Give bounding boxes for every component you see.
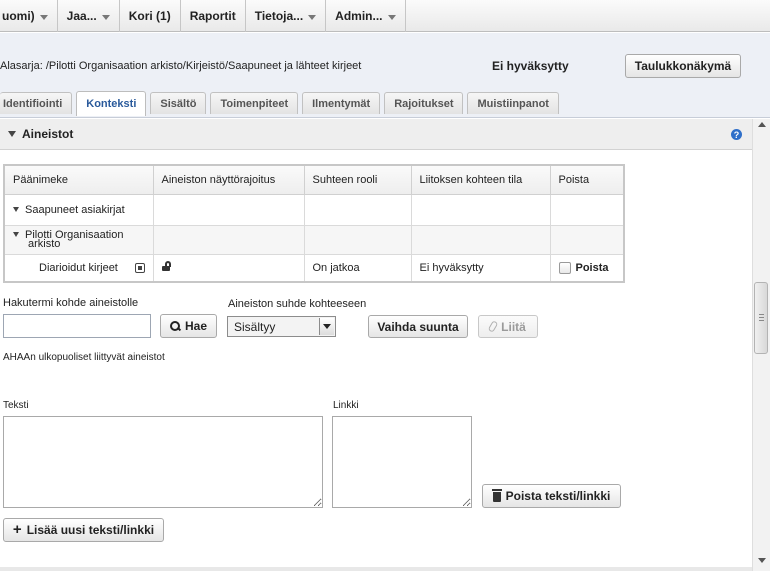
menu-language-label: uomi) <box>2 9 35 23</box>
cell-title: Diarioidut kirjeet <box>3 253 154 283</box>
menu-language[interactable]: uomi) <box>0 0 58 32</box>
col-header-delete[interactable]: Poista <box>549 164 625 195</box>
cell-restriction <box>152 193 305 226</box>
add-text-link-button[interactable]: + Lisää uusi teksti/linkki <box>3 518 164 542</box>
link-textarea[interactable] <box>332 416 472 508</box>
relation-label: Aineiston suhde kohteeseen <box>228 298 367 310</box>
attach-button[interactable]: Liitä <box>478 315 538 338</box>
record-header: Alasarja: /Pilotti Organisaation arkisto… <box>0 33 770 118</box>
text-textarea[interactable] <box>3 416 323 508</box>
series-path: Alasarja: /Pilotti Organisaation arkisto… <box>0 60 362 72</box>
col-header-role[interactable]: Suhteen rooli <box>303 164 412 195</box>
menu-admin-label: Admin... <box>335 9 383 23</box>
unlock-icon <box>161 261 172 272</box>
expand-triangle-icon[interactable] <box>13 206 19 212</box>
chevron-down-icon <box>39 14 48 20</box>
dropdown-arrow-icon[interactable] <box>319 318 334 335</box>
scroll-down-arrow-icon[interactable] <box>758 558 766 563</box>
col-header-title[interactable]: Päänimeke <box>3 164 154 195</box>
table-row[interactable]: Saapuneet asiakirjat <box>3 193 625 226</box>
plus-icon: + <box>12 521 22 538</box>
cell-target-state <box>410 193 551 226</box>
tab-identification[interactable]: Identifiointi <box>0 92 73 114</box>
cell-role: On jatkoa <box>303 253 412 283</box>
delete-checkbox[interactable] <box>558 261 571 274</box>
cell-target-state: Ei hyväksytty <box>410 253 551 283</box>
help-icon[interactable]: ? <box>731 129 742 140</box>
menu-cart-label: Kori (1) <box>128 9 171 23</box>
search-icon <box>169 321 180 331</box>
menu-info[interactable]: Tietoja... <box>246 0 327 32</box>
search-button[interactable]: Hae <box>160 314 217 338</box>
section-title: Aineistot <box>22 127 74 141</box>
cell-role <box>303 193 412 226</box>
cell-title: Saapuneet asiakirjat <box>3 193 154 226</box>
cell-title: Pilotti Organisaation arkisto <box>3 224 154 255</box>
cell-target-state <box>410 224 551 255</box>
paperclip-icon <box>487 320 499 333</box>
cell-restriction <box>152 224 305 255</box>
menu-info-label: Tietoja... <box>254 9 304 23</box>
menu-admin[interactable]: Admin... <box>326 0 406 32</box>
expand-triangle-icon[interactable] <box>13 231 19 237</box>
collapse-triangle-icon <box>8 131 16 137</box>
col-header-restriction[interactable]: Aineiston näyttörajoitus <box>152 164 305 195</box>
cell-delete <box>549 224 625 255</box>
top-menu-bar: uomi) Jaa... Kori (1) Raportit Tietoja..… <box>0 0 770 32</box>
menu-share[interactable]: Jaa... <box>58 0 120 32</box>
menu-cart[interactable]: Kori (1) <box>120 0 181 32</box>
menu-reports-label: Raportit <box>189 9 236 23</box>
table-view-button[interactable]: Taulukkonäkymä <box>625 54 741 78</box>
table-row[interactable]: Diarioidut kirjeet On jatkoa Ei hyväksyt… <box>3 253 625 283</box>
col-header-target-state[interactable]: Liitoksen kohteen tila <box>410 164 551 195</box>
cell-restriction <box>152 253 305 283</box>
trash-icon <box>491 489 502 502</box>
vertical-scrollbar[interactable] <box>752 119 770 571</box>
tab-restrictions[interactable]: Rajoitukset <box>384 92 464 114</box>
search-button-label: Hae <box>184 319 207 333</box>
tab-context[interactable]: Konteksti <box>76 91 147 116</box>
tab-instances[interactable]: Ilmentymät <box>302 92 381 114</box>
scroll-up-arrow-icon[interactable] <box>758 122 766 127</box>
cell-delete: Poista <box>549 253 625 283</box>
search-label: Hakutermi kohde aineistolle <box>3 297 139 309</box>
add-text-link-label: Lisää uusi teksti/linkki <box>26 523 155 537</box>
relation-select[interactable]: Sisältyy <box>227 316 336 337</box>
tab-bar: Identifiointi Konteksti Sisältö Toimenpi… <box>0 91 559 116</box>
materials-table: Päänimeke Aineiston näyttörajoitus Suhte… <box>3 164 625 283</box>
remove-text-link-label: Poista teksti/linkki <box>505 489 611 503</box>
table-row[interactable]: Pilotti Organisaation arkisto <box>3 224 625 255</box>
attach-button-label: Liitä <box>501 319 526 334</box>
status-label: Ei hyväksytty <box>492 59 569 73</box>
open-record-icon[interactable] <box>134 262 145 273</box>
menu-share-label: Jaa... <box>66 9 97 23</box>
search-input[interactable] <box>3 314 151 338</box>
tab-notes[interactable]: Muistiinpanot <box>467 92 559 114</box>
bottom-divider <box>0 567 752 571</box>
chevron-down-icon <box>308 14 317 20</box>
switch-direction-button[interactable]: Vaihda suunta <box>368 315 468 338</box>
cell-role <box>303 224 412 255</box>
scrollbar-thumb[interactable] <box>754 282 768 354</box>
table-header-row: Päänimeke Aineiston näyttörajoitus Suhte… <box>3 164 625 195</box>
remove-text-link-button[interactable]: Poista teksti/linkki <box>482 484 621 508</box>
cell-delete <box>549 193 625 226</box>
relation-selected-value: Sisältyy <box>234 319 276 334</box>
link-label: Linkki <box>333 400 359 411</box>
chevron-down-icon <box>387 14 396 20</box>
row-title: Saapuneet asiakirjat <box>25 203 125 216</box>
external-heading: AHAAn ulkopuoliset liittyvät aineistot <box>3 352 165 363</box>
row-title-line2: arkisto <box>28 237 61 250</box>
section-materials-header[interactable]: Aineistot ? <box>0 119 752 150</box>
tab-actions[interactable]: Toimenpiteet <box>210 92 299 114</box>
menu-reports[interactable]: Raportit <box>181 0 246 32</box>
delete-label: Poista <box>575 261 609 274</box>
row-title[interactable]: Diarioidut kirjeet <box>13 262 118 274</box>
chevron-down-icon <box>101 14 110 20</box>
grip-icon <box>759 314 764 321</box>
tab-content[interactable]: Sisältö <box>150 92 207 114</box>
text-label: Teksti <box>3 400 29 411</box>
